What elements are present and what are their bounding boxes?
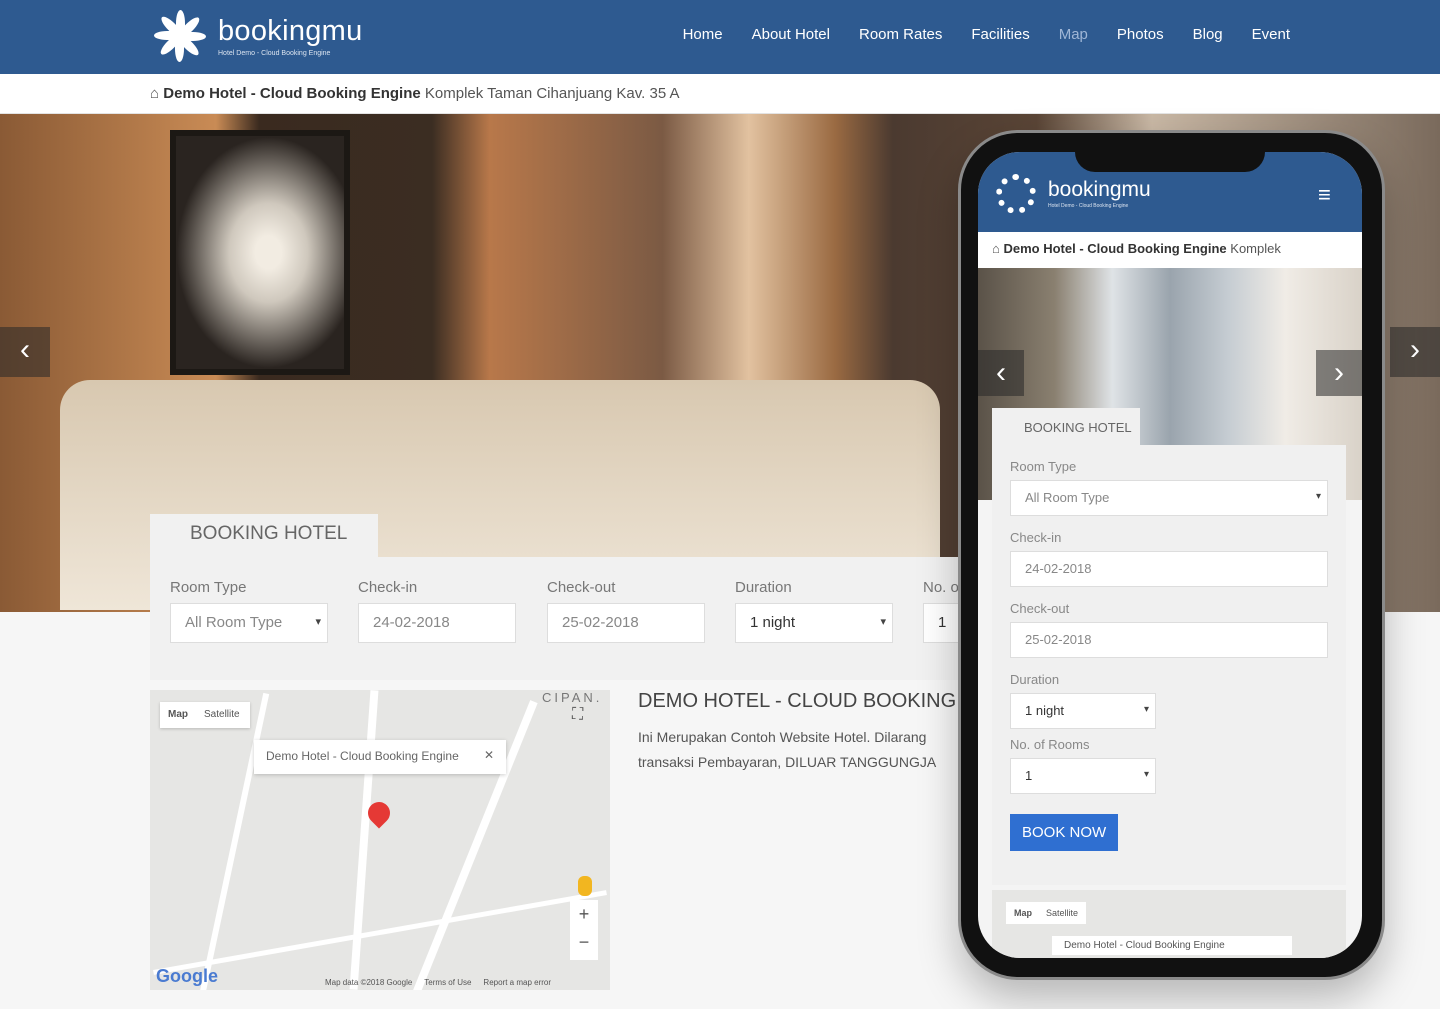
- phone-checkout-input[interactable]: 25-02-2018: [1010, 622, 1328, 658]
- flower-logo-icon: [152, 8, 208, 64]
- phone-map-popup: Demo Hotel - Cloud Booking Engine: [1052, 936, 1292, 955]
- phone-map[interactable]: Map Satellite Demo Hotel - Cloud Booking …: [992, 890, 1346, 958]
- google-logo: Google: [156, 966, 218, 986]
- map-info-window: Demo Hotel - Cloud Booking Engine ✕: [254, 740, 506, 774]
- hero-artwork: [170, 130, 350, 375]
- zoom-out-button[interactable]: −: [570, 928, 598, 956]
- zoom-in-button[interactable]: +: [570, 900, 598, 928]
- phone-duration-label: Duration: [1010, 672, 1060, 687]
- room-type-select[interactable]: All Room Type: [170, 603, 328, 643]
- map-popup-text: Demo Hotel - Cloud Booking Engine: [266, 749, 459, 763]
- phone-slider-next[interactable]: ›: [1316, 350, 1362, 396]
- nav-photos[interactable]: Photos: [1117, 26, 1164, 43]
- map-type-toggle: Map Satellite: [160, 702, 250, 728]
- nav-facilities[interactable]: Facilities: [971, 26, 1029, 43]
- map-zoom-control: + −: [570, 900, 598, 960]
- phone-rooms-select[interactable]: 1: [1010, 758, 1156, 794]
- duration-label: Duration: [735, 579, 792, 596]
- brand-name: bookingmu: [218, 15, 363, 47]
- nav-event[interactable]: Event: [1252, 26, 1290, 43]
- book-now-button[interactable]: BOOK NOW: [1010, 814, 1119, 851]
- map-tab[interactable]: Map: [168, 709, 188, 721]
- phone-duration-select[interactable]: 1 night: [1010, 693, 1156, 729]
- checkout-label: Check-out: [547, 579, 616, 596]
- phone-booking-tab: BOOKING HOTEL: [992, 408, 1140, 448]
- map-attribution: Map data ©2018 Google: [325, 978, 413, 987]
- phone-checkout-label: Check-out: [1010, 601, 1070, 616]
- fullscreen-icon[interactable]: ⛶: [572, 706, 583, 724]
- hotel-text-line2: transaksi Pembayaran, DILUAR TANGGUNGJA: [638, 754, 937, 770]
- phone-checkin-label: Check-in: [1010, 530, 1062, 545]
- top-navbar: bookingmu Hotel Demo - Cloud Booking Engi…: [0, 0, 1440, 74]
- nav-about-hotel[interactable]: About Hotel: [752, 26, 830, 43]
- nav-map[interactable]: Map: [1059, 26, 1088, 43]
- satellite-tab[interactable]: Satellite: [204, 709, 240, 721]
- hotel-title: DEMO HOTEL - CLOUD BOOKING: [638, 690, 957, 712]
- phone-tagline: Hotel Demo - Cloud Booking Engine: [1048, 203, 1129, 209]
- phone-crumb-address: Komplek: [1230, 241, 1281, 256]
- map-area-label: CIPAN.: [542, 690, 603, 705]
- breadcrumb-hotel[interactable]: Demo Hotel - Cloud Booking Engine: [163, 85, 421, 102]
- room-type-label: Room Type: [170, 579, 247, 596]
- booking-tab: BOOKING HOTEL: [150, 514, 378, 558]
- home-icon[interactable]: ⌂: [992, 241, 1000, 256]
- report-link[interactable]: Report a map error: [483, 978, 551, 987]
- phone-slider-prev[interactable]: ‹: [978, 350, 1024, 396]
- checkout-input[interactable]: 25-02-2018: [547, 603, 705, 643]
- phone-satellite-tab[interactable]: Satellite: [1046, 908, 1078, 918]
- terms-link[interactable]: Terms of Use: [424, 978, 471, 987]
- nav-room-rates[interactable]: Room Rates: [859, 26, 942, 43]
- phone-rooms-label: No. of Rooms: [1010, 737, 1090, 752]
- phone-breadcrumb: ⌂ Demo Hotel - Cloud Booking Engine Komp…: [978, 232, 1362, 268]
- phone-room-type-select[interactable]: All Room Type: [1010, 480, 1328, 516]
- brand-tagline: Hotel Demo - Cloud Booking Engine: [218, 50, 331, 57]
- slider-prev-button[interactable]: ‹: [0, 327, 50, 377]
- flower-logo-icon: [996, 174, 1036, 214]
- main-nav: Home About Hotel Room Rates Facilities M…: [683, 26, 1290, 43]
- phone-checkin-input[interactable]: 24-02-2018: [1010, 551, 1328, 587]
- hotel-text: Ini Merupakan Contoh Website Hotel. Dila…: [638, 725, 958, 775]
- hotel-description: DEMO HOTEL - CLOUD BOOKING Ini Merupakan…: [638, 690, 958, 775]
- phone-notch: [1075, 140, 1265, 172]
- checkin-label: Check-in: [358, 579, 418, 596]
- slider-next-button[interactable]: ›: [1390, 327, 1440, 377]
- phone-room-type-label: Room Type: [1010, 459, 1077, 474]
- booking-form: Room Type All Room Type Check-in 24-02-201…: [150, 557, 1081, 680]
- hamburger-menu-icon[interactable]: ≡: [1318, 182, 1331, 208]
- google-map[interactable]: Map Satellite CIPAN. ⛶ Demo Hotel - Cloud…: [150, 690, 610, 990]
- phone-map-tab[interactable]: Map: [1014, 908, 1032, 918]
- phone-crumb-hotel[interactable]: Demo Hotel - Cloud Booking Engine: [1003, 241, 1226, 256]
- close-icon[interactable]: ✕: [484, 748, 494, 762]
- phone-brand: bookingmu: [1048, 178, 1151, 201]
- phone-booking-form: Room Type All Room Type Check-in 24-02-2…: [992, 445, 1346, 885]
- logo[interactable]: bookingmu Hotel Demo - Cloud Booking Engi…: [152, 8, 363, 64]
- duration-select[interactable]: 1 night: [735, 603, 893, 643]
- pegman-icon[interactable]: [578, 876, 592, 896]
- checkin-input[interactable]: 24-02-2018: [358, 603, 516, 643]
- nav-home[interactable]: Home: [683, 26, 723, 43]
- home-icon[interactable]: ⌂: [150, 85, 159, 102]
- breadcrumb-address: Komplek Taman Cihanjuang Kav. 35 A: [424, 85, 680, 102]
- nav-blog[interactable]: Blog: [1193, 26, 1223, 43]
- breadcrumb: ⌂ Demo Hotel - Cloud Booking Engine Komp…: [0, 74, 1440, 114]
- phone-screen: bookingmu Hotel Demo - Cloud Booking Eng…: [978, 152, 1362, 958]
- hotel-text-line1: Ini Merupakan Contoh Website Hotel. Dila…: [638, 729, 927, 745]
